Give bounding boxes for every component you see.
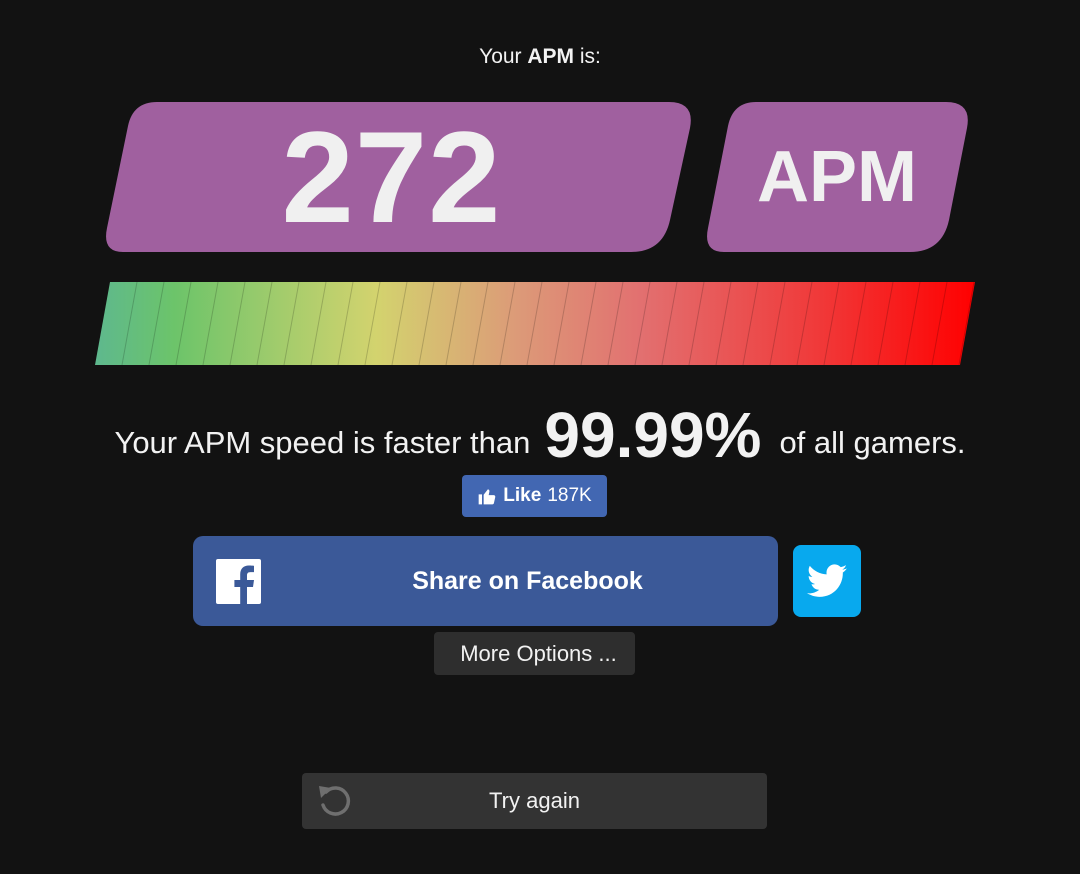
like-label: Like: [503, 485, 542, 506]
speed-meter: [95, 282, 975, 365]
apm-unit-label: APM: [757, 137, 917, 217]
twitter-bird-icon: [807, 564, 847, 597]
more-options-button[interactable]: More Options ...: [434, 632, 635, 675]
apm-score-box: 272: [105, 102, 692, 252]
intro-bold: APM: [527, 45, 575, 68]
ranking-suffix: of all gamers.: [779, 425, 966, 460]
intro-prefix: Your: [479, 45, 528, 68]
ranking-line: Your APM speed is faster than 99.99% of al…: [0, 398, 1080, 472]
apm-unit-box: APM: [706, 102, 968, 252]
ranking-prefix: Your APM speed is faster than: [114, 425, 531, 460]
thumbs-up-icon: [478, 489, 496, 505]
like-count: 187K: [547, 485, 592, 506]
try-again-label: Try again: [489, 788, 580, 813]
share-on-facebook-button[interactable]: Share on Facebook: [193, 536, 778, 626]
intro-suffix: is:: [574, 45, 601, 68]
facebook-share-label: Share on Facebook: [412, 566, 643, 595]
apm-score-value: 272: [281, 104, 502, 250]
ranking-percent: 99.99%: [544, 399, 762, 471]
share-on-twitter-button[interactable]: [793, 545, 861, 617]
try-again-button[interactable]: Try again: [302, 773, 767, 829]
facebook-like-button[interactable]: Like 187K: [462, 475, 607, 517]
result-intro: Your APM is:: [0, 45, 1080, 69]
